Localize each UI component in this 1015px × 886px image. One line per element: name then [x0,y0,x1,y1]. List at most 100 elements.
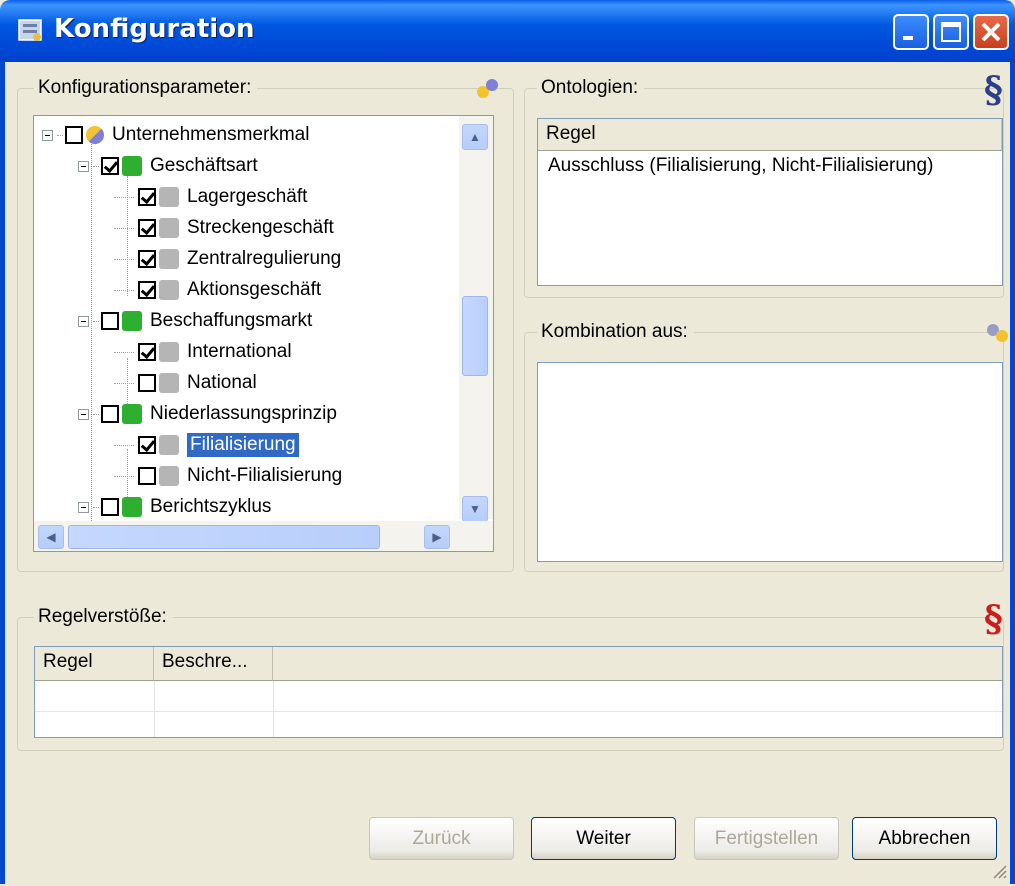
close-button[interactable] [973,14,1009,50]
tree-node[interactable]: Zentralregulierung [114,244,341,274]
tree-checkbox[interactable] [138,436,156,454]
grey-puzzle-icon [159,342,179,362]
tree-node[interactable]: Filialisierung [114,430,299,460]
collapse-toggle[interactable] [78,160,89,172]
tree-node[interactable]: Aktionsgeschäft [114,275,321,305]
tree-connector [114,289,134,291]
ontologien-row[interactable]: Ausschluss (Filialisierung, Nicht-Filial… [538,151,1002,181]
section-sign-red-icon: § [984,598,1003,640]
column-divider [154,681,155,737]
scroll-left-button[interactable]: ◀ [38,525,64,549]
tree-checkbox[interactable] [138,467,156,485]
tree-checkbox[interactable] [138,219,156,237]
arrow-up-icon: ▲ [469,130,481,144]
tree-checkbox[interactable] [101,405,119,423]
column-header-regel[interactable]: Regel [538,119,1002,151]
tree-node-label[interactable]: Berichtszyklus [150,496,271,518]
collapse-toggle[interactable] [78,501,89,513]
regelverstoesse-legend: Regelverstöße: [34,606,173,628]
column-divider [273,681,274,737]
tree-node[interactable]: Unternehmensmerkmal [42,120,309,150]
maximize-icon [941,22,961,42]
grey-puzzle-icon [159,187,179,207]
tree-node[interactable]: Nicht-Filialisierung [114,461,342,491]
tree-node-label[interactable]: International [187,341,292,363]
tree-checkbox[interactable] [101,157,119,175]
tree-node-label[interactable]: Filialisierung [187,433,299,457]
tree-node-label[interactable]: Lagergeschäft [187,186,307,208]
grey-puzzle-icon [159,435,179,455]
green-puzzle-icon [122,156,142,176]
tree-node[interactable]: International [114,337,292,367]
tree-vscroll-thumb[interactable] [462,296,488,376]
grey-puzzle-icon [159,249,179,269]
tree-connector [114,444,134,446]
tree-node-label[interactable]: Streckengeschäft [187,217,334,239]
tree-node[interactable]: Niederlassungsprinzip [78,399,337,429]
tree-checkbox[interactable] [101,312,119,330]
next-button[interactable]: Weiter [531,817,676,860]
tree-checkbox[interactable] [138,343,156,361]
tree-node[interactable]: National [114,368,257,398]
tree-checkbox[interactable] [138,281,156,299]
column-header-regel[interactable]: Regel [35,647,154,681]
regelverstoesse-table[interactable]: Regel Beschre... [34,646,1003,738]
back-button[interactable]: Zurück [369,817,514,860]
green-puzzle-icon [122,404,142,424]
tree-node-label[interactable]: National [187,372,257,394]
tree-node-label[interactable]: Zentralregulierung [187,248,341,270]
resize-grip-icon[interactable] [990,860,1008,880]
minimize-icon [903,36,913,40]
kombination-list[interactable] [537,362,1003,562]
tree-checkbox[interactable] [101,498,119,516]
tree-checkbox[interactable] [65,126,83,144]
tree-checkbox[interactable] [138,374,156,392]
tree-node-label[interactable]: Beschaffungsmarkt [150,310,312,332]
gears-icon [86,126,104,144]
tree-node[interactable]: Berichtszyklus [78,492,271,522]
tree-node[interactable]: Streckengeschäft [114,213,334,243]
collapse-toggle[interactable] [42,129,53,141]
config-tree[interactable]: Unternehmensmerkmal Geschäftsart Lagergesc… [33,115,494,552]
scroll-up-button[interactable]: ▲ [462,124,488,150]
grey-puzzle-icon [159,373,179,393]
cancel-button[interactable]: Abbrechen [852,817,997,860]
window-frame-right [1010,62,1015,884]
ontologien-legend: Ontologien: [537,77,645,99]
grey-puzzle-icon [159,466,179,486]
tree-node[interactable]: Geschäftsart [78,151,258,181]
scroll-right-button[interactable]: ▶ [424,525,450,549]
scroll-down-button[interactable]: ▼ [462,496,488,522]
tree-connector [114,382,134,384]
collapse-toggle[interactable] [78,408,89,420]
section-sign-icon: § [984,69,1003,111]
tree-node-label[interactable]: Unternehmensmerkmal [112,124,309,146]
tree-hscroll-thumb[interactable] [68,525,380,549]
column-header-empty [273,647,1002,681]
tree-connector [114,227,134,229]
gears-icon [984,318,1010,346]
tree-node-label[interactable]: Geschäftsart [150,155,258,177]
arrow-right-icon: ▶ [432,530,442,544]
tree-node-label[interactable]: Niederlassungsprinzip [150,403,337,425]
finish-button[interactable]: Fertigstellen [694,817,839,860]
column-header-beschreibung[interactable]: Beschre... [154,647,273,681]
tree-checkbox[interactable] [138,188,156,206]
tree-connector [93,165,99,167]
tree-node[interactable]: Lagergeschäft [114,182,307,212]
tree-connector [114,475,134,477]
gears-icon [474,77,500,101]
minimize-button[interactable] [893,14,929,50]
ontologien-list[interactable]: Regel Ausschluss (Filialisierung, Nicht-… [537,118,1003,286]
kombination-legend: Kombination aus: [537,321,694,343]
arrow-down-icon: ▼ [469,502,481,516]
tree-node-label[interactable]: Nicht-Filialisierung [187,465,342,487]
tree-node-label[interactable]: Aktionsgeschäft [187,279,321,301]
maximize-button[interactable] [933,14,969,50]
tree-node[interactable]: Beschaffungsmarkt [78,306,312,336]
tree-checkbox[interactable] [138,250,156,268]
collapse-toggle[interactable] [78,315,89,327]
tree-connector [114,258,134,260]
window-title: Konfiguration [54,14,255,44]
tree-connector [114,351,134,353]
